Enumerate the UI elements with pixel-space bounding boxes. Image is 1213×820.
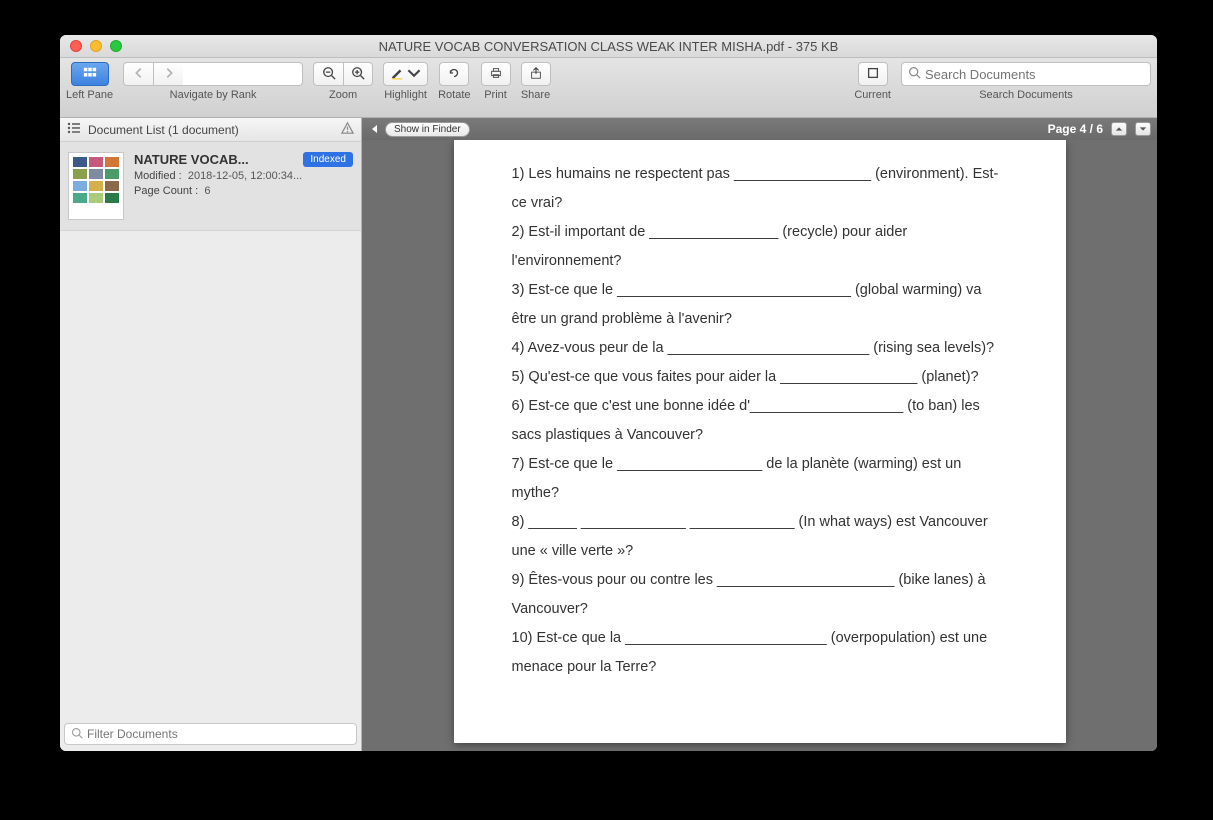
navigate-label: Navigate by Rank — [170, 89, 257, 101]
show-in-finder-button[interactable]: Show in Finder — [385, 122, 470, 137]
pagecount-value: 6 — [204, 185, 210, 197]
nav-forward-button[interactable] — [153, 62, 183, 86]
collapse-sidebar-arrow[interactable] — [368, 125, 377, 133]
rotate-group: Rotate — [438, 62, 470, 101]
document-info: NATURE VOCAB... Indexed Modified : 2018-… — [134, 152, 353, 220]
zoom-in-icon — [351, 66, 365, 83]
search-label: Search Documents — [979, 89, 1073, 101]
window-zoom-button[interactable] — [110, 40, 122, 52]
current-button[interactable] — [858, 62, 888, 86]
content-area: Document List (1 document) NATURE VOCAB.… — [60, 118, 1157, 751]
highlight-group: Highlight — [383, 62, 428, 101]
page-line: 1) Les humains ne respectent pas _______… — [512, 160, 1008, 218]
page-line: 6) Est-ce que c'est une bonne idée d'___… — [512, 392, 1008, 450]
modified-key: Modified : — [134, 170, 182, 182]
window-title: NATURE VOCAB CONVERSATION CLASS WEAK INT… — [60, 39, 1157, 54]
page-line: 4) Avez-vous peur de la ________________… — [512, 334, 1008, 363]
left-pane-label: Left Pane — [66, 89, 113, 101]
highlight-button[interactable] — [383, 62, 428, 86]
left-pane-group: Left Pane — [66, 62, 113, 101]
page-top-bar: Show in Finder Page 4 / 6 — [362, 118, 1157, 140]
print-group: Print — [481, 62, 511, 101]
page-down-button[interactable] — [1135, 122, 1151, 136]
print-button[interactable] — [481, 62, 511, 86]
page-line: 7) Est-ce que le __________________ de l… — [512, 450, 1008, 508]
page-line: 3) Est-ce que le _______________________… — [512, 276, 1008, 334]
filter-input[interactable] — [87, 727, 350, 741]
zoom-group: Zoom — [313, 62, 373, 101]
modified-value: 2018-12-05, 12:00:34... — [188, 170, 302, 182]
indexed-badge: Indexed — [303, 152, 353, 167]
window-minimize-button[interactable] — [90, 40, 102, 52]
page-line: 8) ______ _____________ _____________ (I… — [512, 508, 1008, 566]
pagecount-key: Page Count : — [134, 185, 198, 197]
navigate-group: Navigate by Rank — [123, 62, 303, 101]
page-line: 10) Est-ce que la ______________________… — [512, 624, 1008, 682]
nav-back-button[interactable] — [123, 62, 153, 86]
titlebar[interactable]: NATURE VOCAB CONVERSATION CLASS WEAK INT… — [60, 35, 1157, 58]
page-line: 9) Êtes-vous pour ou contre les ________… — [512, 566, 1008, 624]
document-list-label: Document List (1 document) — [88, 123, 334, 137]
grid-icon — [83, 66, 97, 83]
sidebar: Document List (1 document) NATURE VOCAB.… — [60, 118, 362, 751]
toolbar: Left Pane Navigate by Rank — [60, 58, 1157, 118]
warning-icon[interactable] — [340, 121, 355, 139]
page-scroll-area[interactable]: 1) Les humains ne respectent pas _______… — [362, 140, 1157, 751]
share-button[interactable] — [521, 62, 551, 86]
printer-icon — [489, 66, 503, 83]
rank-field[interactable] — [183, 62, 303, 86]
zoom-out-button[interactable] — [313, 62, 343, 86]
zoom-out-icon — [322, 66, 336, 83]
document-list-item[interactable]: NATURE VOCAB... Indexed Modified : 2018-… — [60, 142, 361, 231]
search-icon — [908, 66, 921, 82]
search-input[interactable] — [925, 67, 1144, 82]
search-icon — [71, 727, 83, 742]
filter-documents-field[interactable] — [64, 723, 357, 745]
rotate-icon — [447, 66, 461, 83]
app-window: NATURE VOCAB CONVERSATION CLASS WEAK INT… — [60, 35, 1157, 751]
square-icon — [866, 66, 880, 83]
print-label: Print — [484, 89, 507, 101]
document-thumbnail — [68, 152, 124, 220]
chevron-right-icon — [162, 66, 176, 83]
highlight-label: Highlight — [384, 89, 427, 101]
window-close-button[interactable] — [70, 40, 82, 52]
search-documents-field[interactable] — [901, 62, 1151, 86]
chevron-left-icon — [132, 66, 146, 83]
rotate-button[interactable] — [439, 62, 469, 86]
rotate-label: Rotate — [438, 89, 470, 101]
page-area: Show in Finder Page 4 / 6 1) Les humains… — [362, 118, 1157, 751]
current-label: Current — [854, 89, 891, 101]
page-line: 5) Qu'est-ce que vous faites pour aider … — [512, 363, 1008, 392]
share-icon — [529, 66, 543, 83]
search-group: Search Documents — [901, 62, 1151, 101]
page-up-button[interactable] — [1111, 122, 1127, 136]
share-label: Share — [521, 89, 550, 101]
page-indicator: Page 4 / 6 — [1048, 122, 1103, 136]
zoom-in-button[interactable] — [343, 62, 373, 86]
chevron-down-icon — [407, 66, 421, 83]
zoom-label: Zoom — [329, 89, 357, 101]
document-title: NATURE VOCAB... — [134, 152, 297, 167]
list-icon — [66, 120, 82, 139]
highlighter-icon — [390, 66, 404, 83]
share-group: Share — [521, 62, 551, 101]
document-page: 1) Les humains ne respectent pas _______… — [454, 140, 1066, 743]
current-group: Current — [854, 62, 891, 101]
left-pane-toggle-button[interactable] — [71, 62, 109, 86]
page-line: 2) Est-il important de ________________ … — [512, 218, 1008, 276]
sidebar-header: Document List (1 document) — [60, 118, 361, 142]
